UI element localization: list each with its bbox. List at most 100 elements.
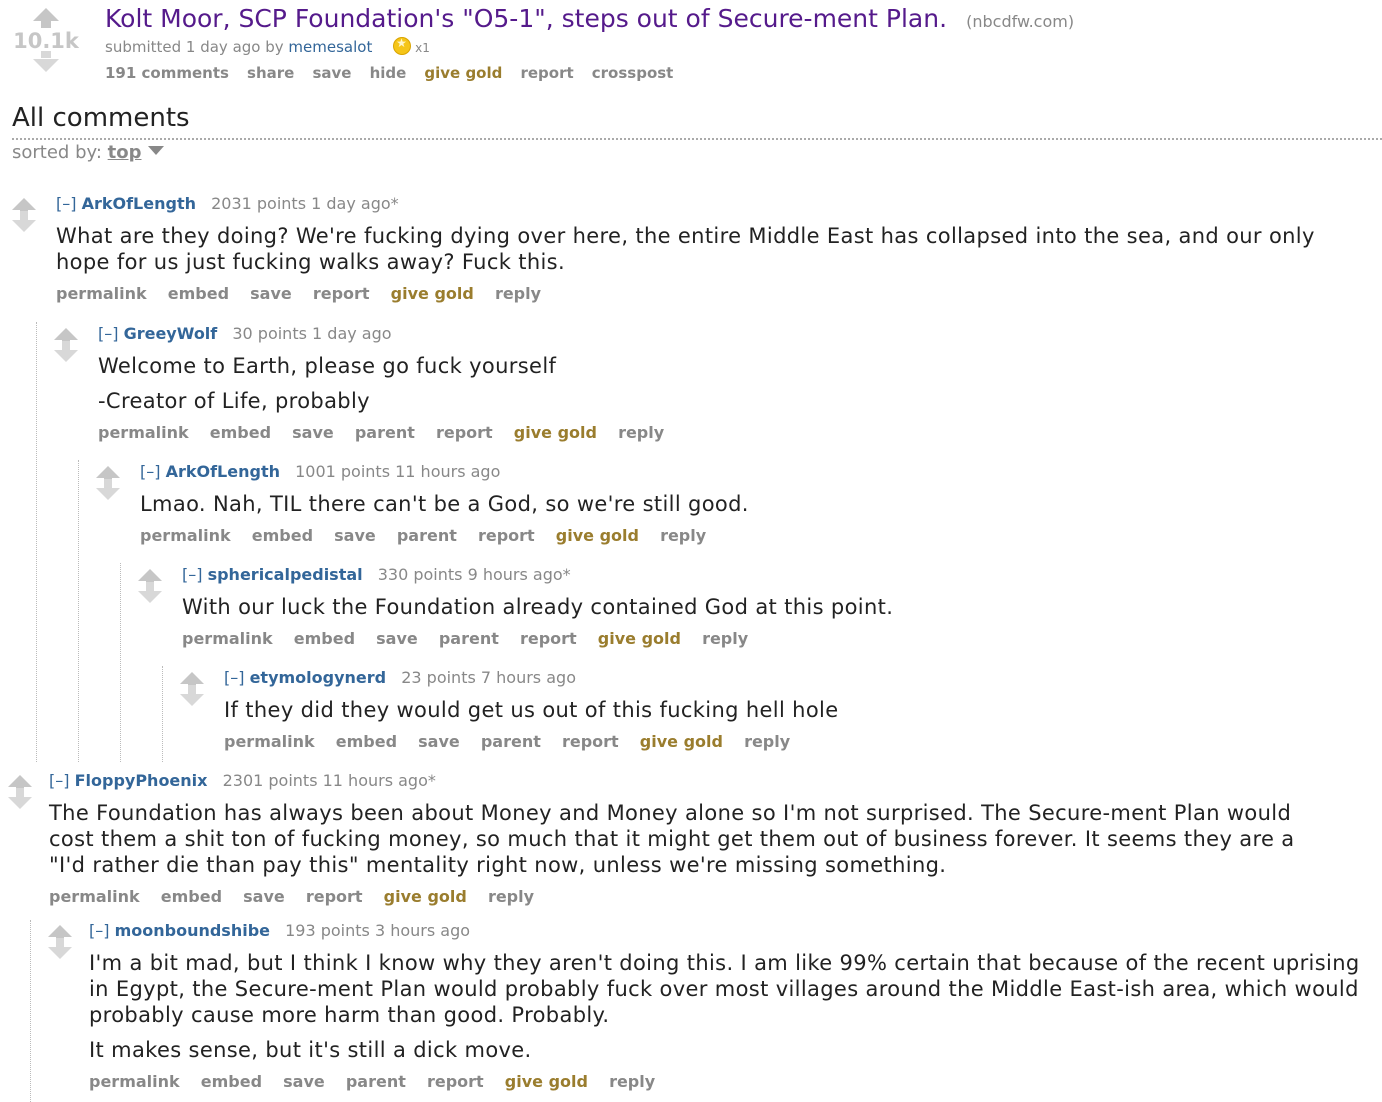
reply-button[interactable]: reply [618, 423, 664, 442]
permalink-button[interactable]: permalink [140, 526, 231, 545]
give-gold-button[interactable]: give gold [391, 284, 474, 303]
upvote-arrow-icon[interactable] [12, 198, 36, 219]
give-gold-button[interactable]: give gold [514, 423, 597, 442]
comment-author-link[interactable]: GreeyWolf [124, 324, 218, 343]
comment-paragraph: Lmao. Nah, TIL there can't be a God, so … [140, 492, 749, 516]
post-title-link[interactable]: Kolt Moor, SCP Foundation's "O5-1", step… [105, 4, 947, 33]
downvote-arrow-icon[interactable] [12, 211, 36, 232]
comment-text: I'm a bit mad, but I think I know why th… [89, 950, 1374, 1063]
downvote-arrow-icon[interactable] [96, 479, 120, 500]
reply-button[interactable]: reply [702, 629, 748, 648]
embed-button[interactable]: embed [252, 526, 313, 545]
collapse-toggle[interactable]: [–] [56, 194, 76, 213]
save-button[interactable]: save [243, 887, 285, 906]
comment-paragraph: The Foundation has always been about Mon… [49, 801, 1295, 877]
collapse-toggle[interactable]: [–] [182, 565, 202, 584]
give-gold-button[interactable]: give gold [598, 629, 681, 648]
save-button[interactable]: save [418, 732, 460, 751]
collapse-toggle[interactable]: [–] [98, 324, 118, 343]
comment-tagline: [–] sphericalpedistal 330 points 9 hours… [182, 565, 1332, 584]
report-button[interactable]: report [306, 887, 363, 906]
give-gold-button[interactable]: give gold [640, 732, 723, 751]
upvote-arrow-icon[interactable] [180, 672, 204, 693]
permalink-button[interactable]: permalink [224, 732, 315, 751]
comment-author-link[interactable]: ArkOfLength [166, 462, 280, 481]
comment-tagline: [–] moonboundshibe 193 points 3 hours ag… [89, 921, 1374, 940]
reply-button[interactable]: reply [744, 732, 790, 751]
post-domain[interactable]: (nbcdfw.com) [966, 12, 1074, 31]
permalink-button[interactable]: permalink [56, 284, 147, 303]
share-button[interactable]: share [247, 64, 294, 82]
comment-body: [–] ArkOfLength 1001 points 11 hours ago… [140, 462, 1340, 545]
permalink-button[interactable]: permalink [182, 629, 273, 648]
report-button[interactable]: report [478, 526, 535, 545]
downvote-arrow-icon[interactable] [180, 685, 204, 706]
save-button[interactable]: save [250, 284, 292, 303]
parent-button[interactable]: parent [439, 629, 499, 648]
report-button[interactable]: report [520, 64, 573, 82]
parent-button[interactable]: parent [355, 423, 415, 442]
parent-button[interactable]: parent [481, 732, 541, 751]
reply-button[interactable]: reply [488, 887, 534, 906]
comment-body: [–] GreeyWolf 30 points 1 day ago Welcom… [98, 324, 1348, 442]
reply-button[interactable]: reply [660, 526, 706, 545]
reply-button[interactable]: reply [609, 1072, 655, 1091]
save-button[interactable]: save [292, 423, 334, 442]
collapse-toggle[interactable]: [–] [49, 771, 69, 790]
comment-author-link[interactable]: etymologynerd [250, 668, 387, 687]
downvote-arrow-icon[interactable] [33, 51, 59, 72]
permalink-button[interactable]: permalink [98, 423, 189, 442]
embed-button[interactable]: embed [201, 1072, 262, 1091]
report-button[interactable]: report [313, 284, 370, 303]
embed-button[interactable]: embed [294, 629, 355, 648]
comment-author-link[interactable]: sphericalpedistal [208, 565, 363, 584]
downvote-arrow-icon[interactable] [8, 788, 32, 809]
save-button[interactable]: save [376, 629, 418, 648]
give-gold-button[interactable]: give gold [556, 526, 639, 545]
crosspost-button[interactable]: crosspost [592, 64, 674, 82]
upvote-arrow-icon[interactable] [8, 775, 32, 796]
permalink-button[interactable]: permalink [89, 1072, 180, 1091]
collapse-toggle[interactable]: [–] [140, 462, 160, 481]
save-button[interactable]: save [334, 526, 376, 545]
upvote-arrow-icon[interactable] [54, 328, 78, 349]
give-gold-button[interactable]: give gold [505, 1072, 588, 1091]
upvote-arrow-icon[interactable] [138, 569, 162, 590]
upvote-arrow-icon[interactable] [96, 466, 120, 487]
comment-author-link[interactable]: moonboundshibe [115, 921, 270, 940]
embed-button[interactable]: embed [161, 887, 222, 906]
downvote-arrow-icon[interactable] [48, 938, 72, 959]
parent-button[interactable]: parent [346, 1072, 406, 1091]
report-button[interactable]: report [520, 629, 577, 648]
dropdown-arrow-icon[interactable] [147, 146, 164, 155]
embed-button[interactable]: embed [210, 423, 271, 442]
comment-meta: 193 points 3 hours ago [285, 921, 471, 940]
collapse-toggle[interactable]: [–] [89, 921, 109, 940]
comment-author-link[interactable]: ArkOfLength [82, 194, 196, 213]
upvote-arrow-icon[interactable] [48, 925, 72, 946]
comment-text: The Foundation has always been about Mon… [49, 800, 1299, 878]
give-gold-button[interactable]: give gold [424, 64, 502, 82]
comments-link[interactable]: 191 comments [105, 64, 229, 82]
hide-button[interactable]: hide [370, 64, 407, 82]
embed-button[interactable]: embed [168, 284, 229, 303]
comment-tagline: [–] etymologynerd 23 points 7 hours ago [224, 668, 1324, 687]
embed-button[interactable]: embed [336, 732, 397, 751]
save-button[interactable]: save [312, 64, 351, 82]
comment-paragraph: If they did they would get us out of thi… [224, 698, 839, 722]
parent-button[interactable]: parent [397, 526, 457, 545]
upvote-arrow-icon[interactable] [33, 8, 59, 28]
comment-author-link[interactable]: FloppyPhoenix [75, 771, 208, 790]
sort-dropdown[interactable]: top [108, 142, 142, 163]
collapse-toggle[interactable]: [–] [224, 668, 244, 687]
save-button[interactable]: save [283, 1072, 325, 1091]
report-button[interactable]: report [562, 732, 619, 751]
report-button[interactable]: report [427, 1072, 484, 1091]
report-button[interactable]: report [436, 423, 493, 442]
post-author-link[interactable]: memesalot [288, 38, 372, 56]
downvote-arrow-icon[interactable] [138, 582, 162, 603]
permalink-button[interactable]: permalink [49, 887, 140, 906]
give-gold-button[interactable]: give gold [384, 887, 467, 906]
downvote-arrow-icon[interactable] [54, 341, 78, 362]
reply-button[interactable]: reply [495, 284, 541, 303]
